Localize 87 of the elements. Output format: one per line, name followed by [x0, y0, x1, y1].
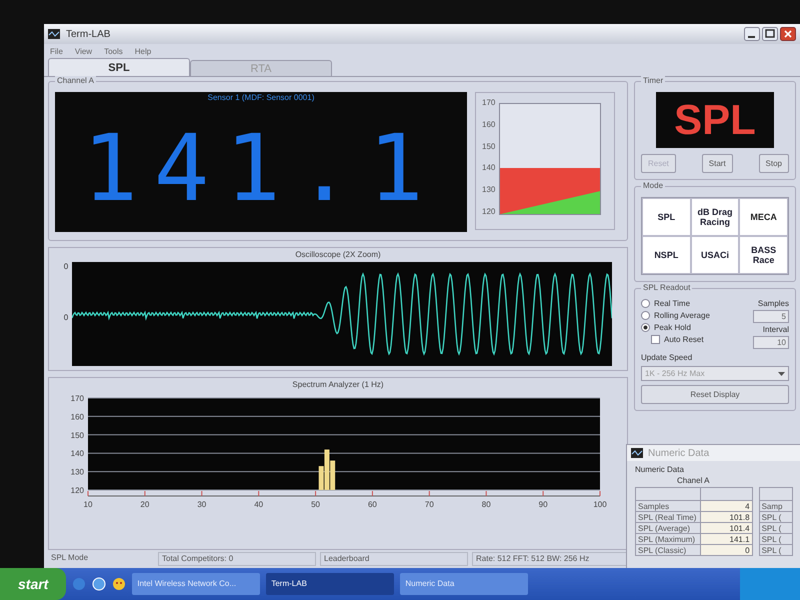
- meter-tick-label: 170: [482, 98, 496, 107]
- x-tick-label: 50: [311, 500, 320, 509]
- logo-tile[interactable]: MECA: [739, 198, 788, 236]
- x-tick-label: 60: [368, 500, 377, 509]
- meter-tick-label: 120: [482, 206, 496, 216]
- meter-tick-label: 160: [482, 120, 496, 129]
- panel-title: Oscilloscope (2X Zoom): [295, 250, 381, 259]
- checkbox-label[interactable]: Auto Reset: [664, 335, 704, 344]
- timer-button[interactable]: Stop: [758, 154, 789, 173]
- radio-button[interactable]: [641, 299, 650, 308]
- meter-tick-label: 140: [482, 163, 496, 172]
- axis-label: 0: [64, 313, 68, 322]
- y-tick-label: 170: [70, 394, 84, 403]
- table-cell: SPL (Classic): [636, 544, 700, 556]
- logo-tile[interactable]: SPL: [642, 198, 691, 236]
- maximize-icon[interactable]: [762, 27, 778, 41]
- spl-reading: 141.1: [82, 119, 440, 219]
- menu-item[interactable]: File: [50, 46, 63, 56]
- x-tick-label: 40: [254, 500, 264, 509]
- radio-button[interactable]: [641, 311, 650, 320]
- status-bar-field: Total Competitors: 0: [158, 552, 316, 566]
- axis-label: 0: [64, 262, 68, 271]
- group-label: Timer: [641, 76, 666, 85]
- window-title: Term-LAB: [66, 28, 110, 40]
- x-tick-label: 70: [424, 500, 434, 509]
- x-tick-label: 80: [482, 500, 491, 509]
- meter-tick-label: 150: [482, 142, 496, 151]
- x-tick-label: 10: [84, 500, 92, 509]
- radio-button[interactable]: [641, 323, 650, 332]
- field-label: Interval: [762, 325, 789, 334]
- group-label: Numeric Data: [634, 464, 685, 476]
- y-tick-label: 140: [70, 449, 84, 458]
- x-tick-label: 20: [140, 500, 150, 509]
- timer-display: SPL: [656, 92, 774, 148]
- x-tick-label: 90: [538, 500, 548, 509]
- checkbox[interactable]: [651, 335, 660, 344]
- timer-button[interactable]: Start: [702, 154, 733, 173]
- table-cell: SPL (: [759, 544, 792, 556]
- window-title: Numeric Data: [648, 448, 710, 458]
- tab[interactable]: SPL: [48, 58, 190, 76]
- sensor-name: Sensor 1 (MDF: Sensor 0001): [206, 93, 316, 102]
- group-label: SPL Readout: [641, 283, 692, 292]
- reset-display-button[interactable]: Reset Display: [641, 385, 789, 404]
- group-label: Mode: [641, 181, 666, 190]
- group-label: Channel A: [55, 76, 96, 85]
- field-label: Samples: [758, 299, 789, 308]
- status-bar-field: Leaderboard: [320, 552, 468, 566]
- radio-label[interactable]: Rolling Average: [654, 311, 710, 320]
- taskbar-button[interactable]: Term-LAB: [266, 573, 394, 595]
- status-bar-field: SPL Mode: [48, 552, 154, 566]
- app-icon: [631, 448, 643, 458]
- y-tick-label: 120: [70, 486, 84, 495]
- y-tick-label: 130: [70, 468, 84, 477]
- menu-item[interactable]: Tools: [104, 46, 123, 56]
- caret-icon: [778, 372, 785, 376]
- y-tick-label: 150: [70, 430, 84, 440]
- taskbar-button[interactable]: Numeric Data: [400, 573, 528, 595]
- table-cell: Samp: [759, 500, 792, 512]
- smiley-icon[interactable]: [112, 577, 126, 591]
- menu-item[interactable]: View: [74, 46, 92, 56]
- logo-tile[interactable]: dB Drag Racing: [690, 198, 740, 236]
- y-tick-label: 160: [70, 412, 84, 422]
- table-cell: SPL (: [759, 522, 792, 534]
- app-icon: [48, 29, 60, 39]
- panel-title: Spectrum Analyzer (1 Hz): [292, 380, 384, 389]
- menu-item[interactable]: Help: [134, 46, 152, 56]
- table-caption: Chanel A: [676, 476, 710, 485]
- logo-tile[interactable]: NSPL: [642, 236, 691, 274]
- table-cell: SPL (Real Time): [636, 512, 700, 522]
- start-button[interactable]: start: [0, 568, 66, 600]
- minimize-icon[interactable]: [744, 27, 760, 41]
- x-tick-label: 30: [197, 500, 206, 509]
- table-cell: SPL (: [759, 512, 792, 522]
- table-cell: SPL (Maximum): [636, 534, 700, 544]
- taskbar-button[interactable]: Intel Wireless Network Co...: [132, 573, 260, 595]
- table-cell: SPL (: [759, 534, 792, 544]
- logo-tile[interactable]: BASS Race: [739, 236, 788, 274]
- close-icon[interactable]: [780, 27, 796, 41]
- x-tick-label: 100: [593, 500, 607, 509]
- table-cell: SPL (Average): [636, 522, 700, 534]
- field-label: Update Speed: [641, 353, 694, 362]
- logo-tile[interactable]: USACi: [690, 236, 740, 274]
- radio-label[interactable]: Real Time: [654, 299, 690, 308]
- meter-tick-label: 130: [482, 185, 496, 194]
- system-tray: [740, 568, 800, 600]
- table-cell: Samples: [636, 500, 700, 512]
- radio-label[interactable]: Peak Hold: [654, 323, 691, 332]
